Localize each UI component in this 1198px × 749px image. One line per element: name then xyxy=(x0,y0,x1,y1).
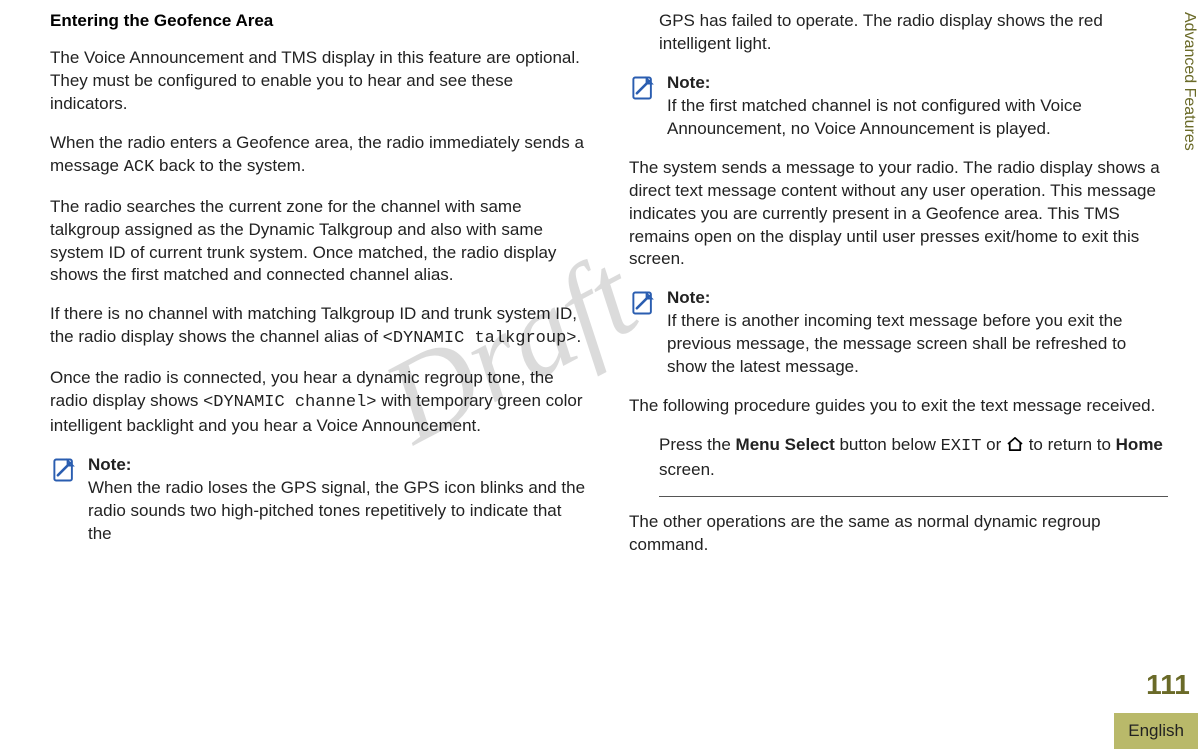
paragraph: The radio searches the current zone for … xyxy=(50,196,589,288)
paragraph: The Voice Announcement and TMS display i… xyxy=(50,47,589,116)
paragraph: If there is no channel with matching Tal… xyxy=(50,303,589,351)
language-tab: English xyxy=(1114,713,1198,749)
note-text: When the radio loses the GPS signal, the… xyxy=(88,478,585,543)
paragraph: The system sends a message to your radio… xyxy=(629,157,1168,272)
note-text: If the first matched channel is not conf… xyxy=(667,96,1082,138)
code-text: ACK xyxy=(124,158,155,177)
text: Press the xyxy=(659,435,736,454)
paragraph: Once the radio is connected, you hear a … xyxy=(50,367,589,438)
note-icon xyxy=(629,289,657,317)
bold-text: Menu Select xyxy=(736,435,835,454)
note-block: Note: If there is another incoming text … xyxy=(629,287,1168,379)
note-label: Note: xyxy=(667,287,1168,310)
code-text: EXIT xyxy=(941,437,982,456)
bold-text: Home xyxy=(1116,435,1163,454)
note-icon xyxy=(50,456,78,484)
paragraph: The other operations are the same as nor… xyxy=(629,511,1168,557)
note-block: Note: When the radio loses the GPS signa… xyxy=(50,454,589,546)
text: button below xyxy=(835,435,941,454)
text: to return to xyxy=(1024,435,1116,454)
paragraph: GPS has failed to operate. The radio dis… xyxy=(659,10,1168,56)
section-heading: Entering the Geofence Area xyxy=(50,10,589,33)
note-label: Note: xyxy=(667,72,1168,95)
note-text: If there is another incoming text messag… xyxy=(667,311,1126,376)
page-content: Entering the Geofence Area The Voice Ann… xyxy=(0,0,1198,749)
step-block: Press the Menu Select button below EXIT … xyxy=(659,434,1168,497)
paragraph: When the radio enters a Geofence area, t… xyxy=(50,132,589,180)
code-text: <DYNAMIC talkgroup> xyxy=(383,329,577,348)
note-label: Note: xyxy=(88,454,589,477)
note-block: Note: If the first matched channel is no… xyxy=(629,72,1168,141)
home-icon xyxy=(1006,435,1024,449)
paragraph: The following procedure guides you to ex… xyxy=(629,395,1168,418)
side-chapter-tab: Advanced Features xyxy=(1164,8,1198,151)
page-number: 111 xyxy=(1138,669,1198,701)
text: back to the system. xyxy=(154,156,305,175)
text: or xyxy=(981,435,1006,454)
note-icon xyxy=(629,74,657,102)
left-column: Entering the Geofence Area The Voice Ann… xyxy=(50,10,589,739)
text: . xyxy=(577,327,582,346)
code-text: <DYNAMIC channel> xyxy=(203,393,376,412)
right-column: GPS has failed to operate. The radio dis… xyxy=(629,10,1168,739)
text: screen. xyxy=(659,460,715,479)
